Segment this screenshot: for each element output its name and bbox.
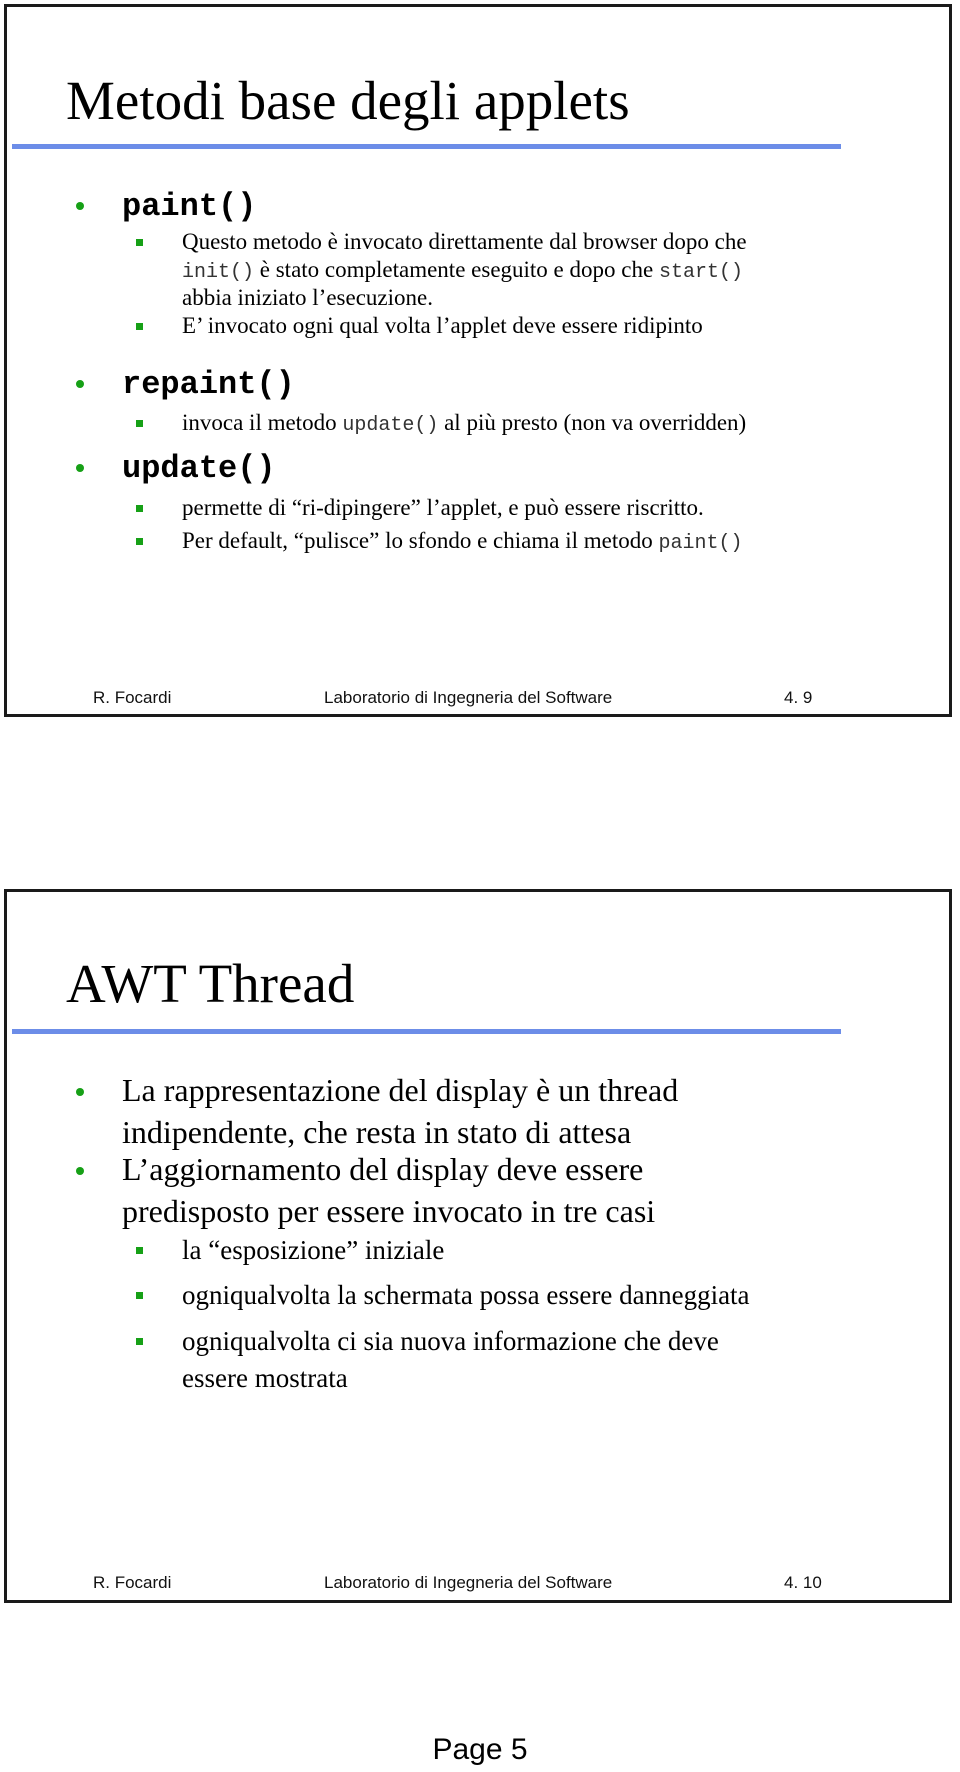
bullet-text: ogniqualvolta ci sia nuova informazione … [182, 1326, 719, 1356]
bullet-square-icon [136, 1247, 143, 1254]
code-init: init() [182, 261, 255, 284]
bullet-text: Questo metodo è invocato direttamente da… [182, 229, 747, 254]
bullet-dot-icon [76, 1167, 84, 1175]
bullet-square-icon [136, 420, 143, 427]
bullet-square-icon [136, 1292, 143, 1299]
bullet-dot-icon [76, 464, 84, 472]
method-heading-paint: paint() [122, 188, 257, 225]
footer-course: Laboratorio di Ingegneria del Software [324, 688, 613, 707]
bullet-square-icon [136, 538, 143, 545]
method-heading-repaint: repaint() [122, 366, 295, 403]
bullet-text: essere mostrata [182, 1363, 348, 1393]
title-underline [12, 1029, 841, 1034]
slide-4-10: AWT Thread La rappresentazione del displ… [4, 889, 952, 1603]
footer-course: Laboratorio di Ingegneria del Software [324, 1573, 613, 1592]
bullet-square-icon [136, 323, 143, 330]
slide-title: AWT Thread [66, 953, 355, 1014]
bullet-dot-icon [76, 202, 84, 210]
bullet-text: init() è stato completamente eseguito e … [182, 257, 743, 284]
code-update: update() [342, 414, 439, 437]
code-start: start() [658, 261, 743, 284]
slide-title: Metodi base degli applets [66, 70, 630, 131]
method-heading-update: update() [122, 450, 276, 487]
bullet-text: permette di “ri-dipingere” l’applet, e p… [182, 495, 704, 520]
bullet-text: predisposto per essere invocato in tre c… [122, 1193, 656, 1229]
title-underline [12, 144, 841, 149]
bullet-square-icon [136, 1338, 143, 1345]
footer-slide-number: 4. 9 [784, 688, 813, 707]
code-paint: paint() [658, 532, 743, 555]
bullet-text: Per default, “pulisce” lo sfondo e chiam… [182, 528, 743, 555]
footer-author: R. Focardi [93, 688, 172, 707]
footer-author: R. Focardi [93, 1573, 172, 1592]
page-number: Page 5 [432, 1733, 528, 1766]
bullet-text: La rappresentazione del display è un thr… [122, 1072, 679, 1108]
bullet-text: E’ invocato ogni qual volta l’applet dev… [182, 313, 703, 338]
bullet-dot-icon [76, 380, 84, 388]
bullet-square-icon [136, 505, 143, 512]
bullet-text: indipendente, che resta in stato di atte… [122, 1114, 632, 1150]
bullet-dot-icon [76, 1088, 84, 1096]
slide-4-9: Metodi base degli applets paint() Questo… [4, 4, 952, 717]
bullet-text: abbia iniziato l’esecuzione. [182, 285, 433, 310]
footer-slide-number: 4. 10 [784, 1573, 822, 1592]
bullet-text: L’aggiornamento del display deve essere [122, 1151, 644, 1187]
bullet-text: la “esposizione” iniziale [182, 1235, 445, 1265]
bullet-text: ogniqualvolta la schermata possa essere … [182, 1280, 750, 1310]
bullet-text: invoca il metodo update() al più presto … [182, 410, 747, 437]
bullet-square-icon [136, 239, 143, 246]
